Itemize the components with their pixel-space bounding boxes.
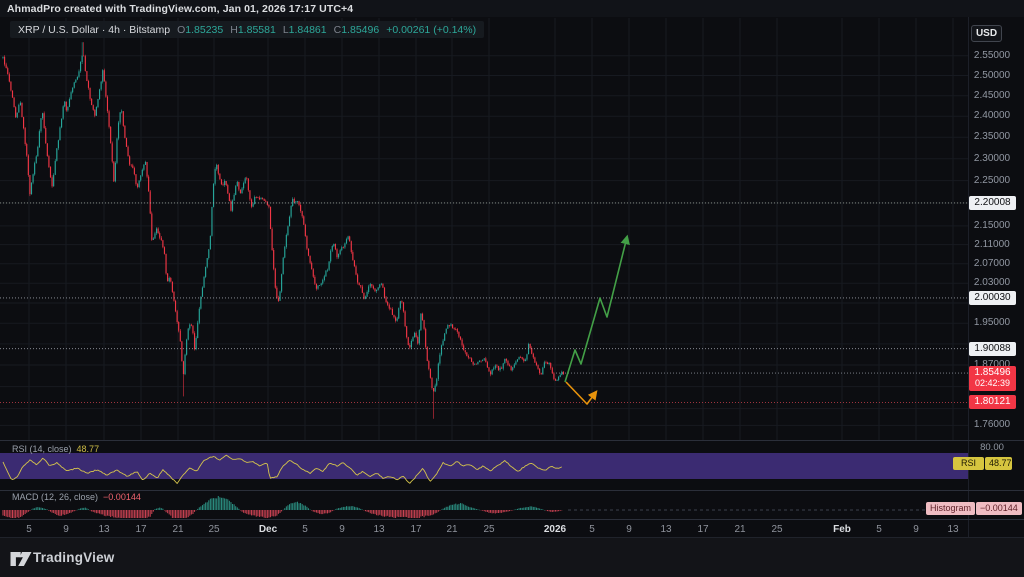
price-axis-label: 2.45000 [968,90,1016,101]
price-axis-label: 2.40000 [968,110,1016,121]
time-axis-tick: 21 [734,524,745,535]
time-axis-tick: Feb [833,524,851,535]
rsi-axis-badge: RSI48.77 [953,457,1012,470]
time-axis-tick: 9 [626,524,632,535]
price-axis-label: 1.95000 [968,317,1016,328]
price-axis-label: 1.87000 [968,359,1016,370]
time-axis-tick: 25 [771,524,782,535]
macd-axis-badge: Histogram−0.00144 [926,502,1022,515]
price-axis-label: 2.35000 [968,131,1016,142]
price-level-badge: 1.90088 [969,342,1016,356]
time-axis-tick: 21 [172,524,183,535]
price-axis-label: 1.76000 [968,419,1016,430]
rsi-legend[interactable]: RSI (14, close) 48.77 [12,444,99,454]
ohlc-low: L1.84861 [283,24,327,36]
pane-separator[interactable] [0,490,1024,491]
time-axis-tick: 13 [660,524,671,535]
price-axis-label: 2.50000 [968,70,1016,81]
attribution-text: AhmadPro created with TradingView.com, J… [7,3,353,15]
time-axis-tick: 2026 [544,524,566,535]
tradingview-brand[interactable]: TradingView [33,550,114,565]
current-price-badge: 1.8549602:42:39 [969,366,1016,391]
symbol-legend[interactable]: XRP / U.S. Dollar · 4h · Bitstamp O1.852… [10,21,484,38]
time-axis-tick: 17 [697,524,708,535]
time-axis-tick: 5 [302,524,308,535]
price-axis-label: 2.15000 [968,220,1016,231]
price-level-badge: 2.00030 [969,291,1016,305]
attribution-bar: AhmadPro created with TradingView.com, J… [0,0,1024,17]
rsi-scale-label: 80.00 [968,442,1016,453]
bar-countdown: 02:42:39 [969,378,1016,389]
ohlc-high: H1.85581 [230,24,276,36]
ohlc-close: C1.85496 [334,24,380,36]
rsi-pane-canvas[interactable] [0,441,968,490]
pane-separator[interactable] [0,440,1024,441]
time-axis-tick: 17 [410,524,421,535]
price-axis-label: 2.25000 [968,175,1016,186]
time-axis-tick: 13 [98,524,109,535]
price-axis-label: 2.55000 [968,50,1016,61]
macd-pane-canvas[interactable] [0,490,968,519]
time-axis-tick: 9 [339,524,345,535]
time-axis-tick: 13 [947,524,958,535]
currency-toggle-button[interactable]: USD [971,25,1002,42]
time-axis-tick: 25 [208,524,219,535]
time-axis-separator [0,519,1024,520]
time-axis-tick: 13 [373,524,384,535]
ohlc-open: O1.85235 [177,24,223,36]
price-change: +0.00261 (+0.14%) [386,24,476,36]
time-axis-tick: 9 [63,524,69,535]
price-axis-label: 2.30000 [968,153,1016,164]
time-axis-tick: 5 [589,524,595,535]
time-axis-tick: 21 [446,524,457,535]
time-axis-tick: 25 [483,524,494,535]
price-level-badge: 2.20008 [969,196,1016,210]
time-axis-tick: 17 [135,524,146,535]
time-axis-tick: Dec [259,524,277,535]
price-level-badge: 1.80121 [969,395,1016,409]
price-axis-label: 2.11000 [968,239,1016,250]
price-axis-label: 2.07000 [968,258,1016,269]
price-axis-label: 2.03000 [968,277,1016,288]
time-axis-tick: 5 [876,524,882,535]
tradingview-app: AhmadPro created with TradingView.com, J… [0,0,1024,577]
symbol-title: XRP / U.S. Dollar · 4h · Bitstamp [18,24,170,36]
rsi-value: 48.77 [77,444,100,454]
macd-legend[interactable]: MACD (12, 26, close) −0.00144 [12,492,141,502]
tradingview-logo-icon[interactable] [10,551,32,567]
time-axis-tick: 9 [913,524,919,535]
macd-value: −0.00144 [103,492,141,502]
time-axis-tick: 5 [26,524,32,535]
time-axis[interactable]: 5 9 13 17 21 25 Dec 5 9 13 17 21 25 2026 5 9 13 17 21 25 Feb… [0,519,1024,537]
footer-bar: TradingView [0,537,1024,577]
price-chart-canvas[interactable] [0,18,968,440]
